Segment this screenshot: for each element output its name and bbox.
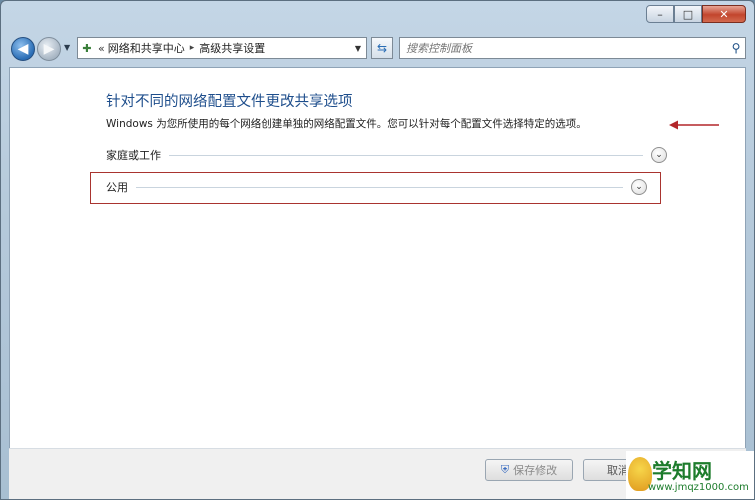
watermark-logo: 学知网 www.jmqz1000.com xyxy=(626,451,754,499)
shield-icon: ⛨ xyxy=(500,463,510,476)
navigation-bar: ◀ ▶ ▼ ✚ « 网络和共享中心 ▸ 高级共享设置 ▼ ⇆ ⚲ xyxy=(9,35,746,63)
chevron-down-icon[interactable]: ⌄ xyxy=(631,179,647,195)
breadcrumb-advanced-sharing[interactable]: 高级共享设置 xyxy=(199,40,265,56)
refresh-button[interactable]: ⇆ xyxy=(371,37,393,59)
search-input[interactable] xyxy=(400,40,727,56)
profile-home-work[interactable]: 家庭或工作 ⌄ xyxy=(106,146,667,164)
search-box[interactable]: ⚲ xyxy=(399,37,746,59)
window-controls: – □ ✕ xyxy=(646,5,746,23)
page-title: 针对不同的网络配置文件更改共享选项 xyxy=(106,94,353,110)
profile-public[interactable]: 公用 ⌄ xyxy=(106,178,647,196)
network-icon: ✚ xyxy=(82,41,92,55)
page-description: Windows 为您所使用的每个网络创建单独的网络配置文件。您可以针对每个配置文… xyxy=(106,118,587,130)
annotation-arrow-icon xyxy=(669,120,719,130)
search-icon[interactable]: ⚲ xyxy=(727,41,745,55)
divider xyxy=(136,186,623,188)
close-button[interactable]: ✕ xyxy=(702,5,746,23)
control-panel-window: – □ ✕ ◀ ▶ ▼ ✚ « 网络和共享中心 ▸ 高级共享设置 ▼ ⇆ ⚲ 针… xyxy=(0,0,755,500)
watermark-url: www.jmqz1000.com xyxy=(648,482,749,493)
recent-pages-dropdown[interactable]: ▼ xyxy=(64,43,70,52)
address-bar[interactable]: ✚ « 网络和共享中心 ▸ 高级共享设置 ▼ xyxy=(77,37,367,59)
watermark-title: 学知网 xyxy=(652,459,712,483)
address-dropdown-icon[interactable]: ▼ xyxy=(350,44,366,53)
profile-label: 公用 xyxy=(106,181,128,194)
content-pane: 针对不同的网络配置文件更改共享选项 Windows 为您所使用的每个网络创建单独… xyxy=(9,67,746,449)
save-changes-button[interactable]: ⛨ 保存修改 xyxy=(485,459,573,481)
save-label: 保存修改 xyxy=(513,464,558,477)
forward-button[interactable]: ▶ xyxy=(37,37,61,61)
breadcrumb-separator-icon[interactable]: ▸ xyxy=(190,43,195,53)
back-button[interactable]: ◀ xyxy=(11,37,35,61)
breadcrumb-network-center[interactable]: 网络和共享中心 xyxy=(108,40,185,56)
profile-label: 家庭或工作 xyxy=(106,149,161,162)
divider xyxy=(169,154,643,156)
maximize-button[interactable]: □ xyxy=(674,5,702,23)
minimize-button[interactable]: – xyxy=(646,5,674,23)
address-overflow-icon[interactable]: « xyxy=(98,42,105,55)
chevron-down-icon[interactable]: ⌄ xyxy=(651,147,667,163)
